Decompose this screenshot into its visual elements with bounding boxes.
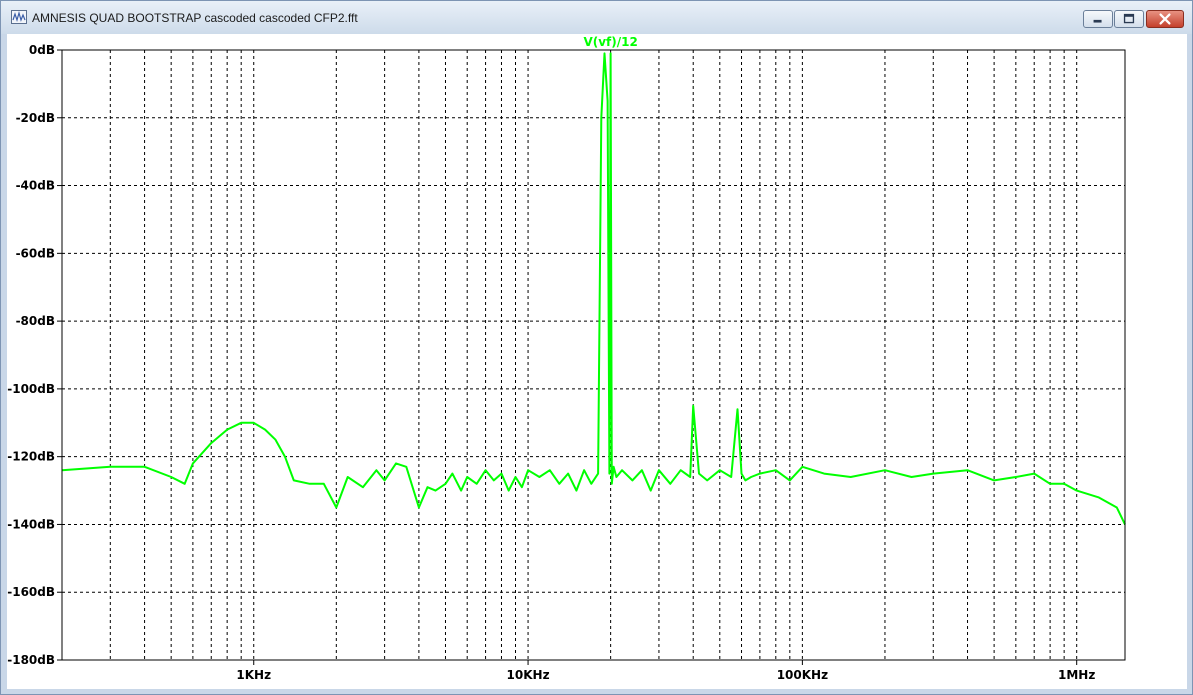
title-bar[interactable]: AMNESIS QUAD BOOTSTRAP cascoded cascoded…	[1, 1, 1192, 34]
series-legend: V(vf)/12	[583, 35, 637, 49]
y-tick-label: -160dB	[7, 585, 55, 599]
y-tick-label: -120dB	[7, 450, 55, 464]
x-tick-label: 100KHz	[777, 668, 828, 682]
series-trace	[61, 52, 1126, 525]
x-tick-label: 1MHz	[1058, 668, 1095, 682]
fft-chart[interactable]: 0dB -20dB -40dB -60dB -80dB -100dB -120dB -140d…	[7, 34, 1187, 689]
y-tick-label: 0dB	[29, 43, 55, 57]
y-tick-label: -60dB	[16, 246, 55, 260]
y-tick-label: -100dB	[7, 382, 55, 396]
plot-area[interactable]: 0dB -20dB -40dB -60dB -80dB -100dB -120dB -140d…	[7, 34, 1187, 689]
app-window: AMNESIS QUAD BOOTSTRAP cascoded cascoded…	[0, 0, 1193, 695]
minimize-icon	[1093, 19, 1102, 23]
y-tick-label: -180dB	[7, 653, 55, 667]
y-tick-label: -20dB	[16, 111, 55, 125]
restore-icon	[1123, 13, 1135, 24]
x-tick-label: 1KHz	[236, 668, 271, 682]
plot-frame	[61, 49, 1126, 661]
x-tick-label: 10KHz	[507, 668, 550, 682]
y-tick-label: -40dB	[16, 179, 55, 193]
y-tick-label: -140dB	[7, 517, 55, 531]
restore-button[interactable]	[1114, 10, 1144, 28]
minimize-button[interactable]	[1083, 10, 1113, 28]
y-tick-label: -80dB	[16, 314, 55, 328]
close-icon	[1159, 13, 1171, 25]
waveform-icon	[11, 10, 27, 24]
window-title: AMNESIS QUAD BOOTSTRAP cascoded cascoded…	[32, 11, 358, 25]
close-button[interactable]	[1146, 10, 1184, 28]
